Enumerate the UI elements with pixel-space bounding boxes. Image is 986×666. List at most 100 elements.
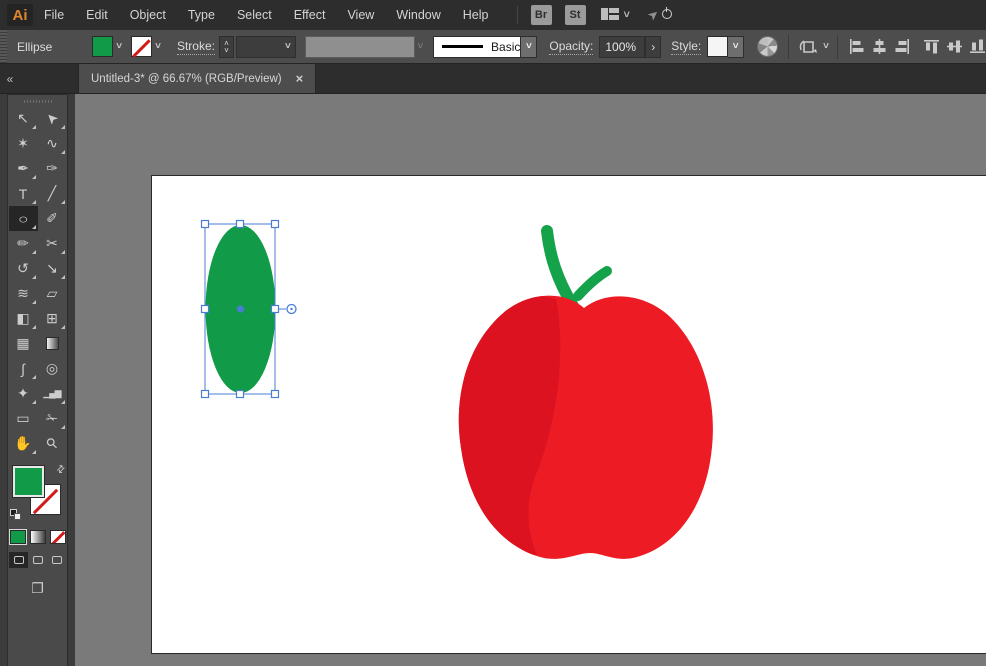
handle-top-center[interactable] — [235, 219, 245, 229]
handle-bottom-center[interactable] — [235, 389, 245, 399]
zoom-tool[interactable]: ⚲ — [38, 431, 67, 456]
handle-middle-left[interactable] — [200, 304, 210, 314]
menu-view[interactable]: View — [336, 0, 385, 30]
variable-width-profile-dropdown[interactable]: Basic — [433, 35, 522, 58]
lasso-tool[interactable]: ∿ — [38, 131, 67, 156]
ellipse-tool[interactable]: ○ — [8, 206, 38, 231]
opacity-input[interactable]: 100% — [599, 35, 646, 58]
menu-select[interactable]: Select — [226, 0, 283, 30]
pie-widget-dot — [290, 307, 293, 311]
style-chevron-icon[interactable]: ˅ — [728, 35, 745, 58]
shape-properties-chevron-icon[interactable]: ˅ — [823, 41, 829, 52]
menu-effect[interactable]: Effect — [283, 0, 337, 30]
stroke-weight-dropdown[interactable]: ˅ — [235, 35, 296, 58]
eyedropper-tool[interactable]: ∫ — [9, 356, 38, 381]
document-tab[interactable]: Untitled-3* @ 66.67% (RGB/Preview) × — [78, 64, 317, 93]
handle-bottom-left[interactable] — [200, 389, 210, 399]
perspective-grid-tool[interactable]: ⊞ — [38, 306, 67, 331]
scissors-tool[interactable]: ✂ — [38, 231, 67, 256]
workspace-chevron-icon[interactable]: ˅ — [624, 9, 630, 21]
hand-tool[interactable]: ✋ — [9, 431, 38, 456]
paintbrush-tool[interactable]: ✐ — [38, 206, 67, 231]
handle-bottom-right[interactable] — [270, 389, 280, 399]
stroke-weight-label[interactable]: Stroke: — [176, 39, 215, 55]
swap-fill-stroke-icon[interactable]: ⇄ — [54, 463, 68, 477]
fill-color-swatch[interactable] — [92, 36, 114, 57]
workspace-switcher-icon[interactable] — [600, 7, 619, 24]
menu-bar: Ai File Edit Object Type Select Effect V… — [0, 0, 986, 30]
recolor-artwork-icon[interactable] — [757, 36, 779, 57]
control-bar-grip[interactable] — [0, 30, 7, 63]
tools-panel-grip[interactable] — [23, 100, 52, 103]
handle-top-left[interactable] — [200, 219, 210, 229]
column-graph-tool[interactable]: ▁▄▆ — [38, 381, 67, 406]
gradient-button[interactable] — [29, 530, 46, 544]
stroke-weight-chevron-icon[interactable]: ˅ — [285, 41, 291, 52]
align-vertical-top-icon[interactable] — [923, 38, 940, 55]
blend-tool[interactable]: ◎ — [38, 356, 67, 381]
draw-inside-button[interactable] — [47, 552, 66, 568]
fill-proxy-swatch[interactable] — [11, 465, 45, 498]
bridge-button[interactable]: Br — [530, 5, 552, 25]
line-segment-tool[interactable]: ╱ — [38, 181, 67, 206]
draw-normal-button[interactable] — [9, 552, 28, 568]
symbol-sprayer-tool[interactable]: ✦ — [9, 381, 38, 406]
opacity-label[interactable]: Opacity: — [549, 39, 594, 55]
canvas-pasteboard[interactable] — [75, 94, 986, 666]
drawing-modes-row — [9, 552, 66, 568]
menu-edit[interactable]: Edit — [75, 0, 119, 30]
opacity-expand-icon[interactable]: › — [645, 35, 662, 58]
curvature-tool[interactable]: ✑ — [38, 156, 67, 181]
style-swatch[interactable] — [707, 36, 729, 57]
center-point-widget[interactable] — [236, 305, 245, 313]
stepper-down-icon[interactable]: ˅ — [224, 46, 229, 54]
stroke-chevron-icon[interactable]: ˅ — [155, 41, 161, 52]
menu-help[interactable]: Help — [452, 0, 500, 30]
shaper-tool[interactable]: ✏ — [9, 231, 38, 256]
selection-tool[interactable]: ↖ — [9, 106, 38, 131]
menu-window[interactable]: Window — [385, 0, 451, 30]
tab-close-icon[interactable]: × — [296, 71, 304, 86]
style-label[interactable]: Style: — [671, 39, 702, 55]
direct-selection-tool[interactable]: ➤ — [38, 106, 67, 131]
slice-tool[interactable]: ✁ — [38, 406, 67, 431]
apple-stem[interactable] — [541, 225, 579, 312]
apple-stem-branch[interactable] — [573, 266, 612, 301]
apple-object[interactable] — [440, 215, 730, 565]
handle-top-right[interactable] — [270, 219, 280, 229]
profile-chevron-icon[interactable]: ˅ — [521, 35, 538, 58]
shape-builder-tool[interactable]: ◧ — [9, 306, 38, 331]
stroke-color-swatch[interactable] — [131, 36, 153, 57]
gpu-performance-icon[interactable]: ➤ — [644, 5, 674, 25]
align-vertical-center-icon[interactable] — [946, 38, 963, 55]
menu-file[interactable]: File — [33, 0, 75, 30]
mesh-tool[interactable]: ▦ — [9, 331, 38, 356]
green-ellipse-object[interactable] — [195, 214, 310, 409]
type-tool[interactable]: T — [9, 181, 38, 206]
collapse-panels-icon[interactable]: « — [0, 64, 20, 93]
artboard-tool[interactable]: ▭ — [9, 406, 38, 431]
none-button[interactable] — [49, 530, 66, 544]
align-vertical-bottom-icon[interactable] — [969, 38, 986, 55]
draw-behind-button[interactable] — [28, 552, 47, 568]
color-button[interactable] — [8, 529, 27, 545]
width-tool[interactable]: ≋ — [9, 281, 38, 306]
free-transform-tool[interactable]: ▱ — [38, 281, 67, 306]
menu-type[interactable]: Type — [177, 0, 226, 30]
rotate-tool[interactable]: ↺ — [9, 256, 38, 281]
stock-button[interactable]: St — [564, 5, 586, 25]
default-fill-stroke-icon[interactable] — [9, 509, 21, 520]
gradient-tool[interactable] — [38, 331, 67, 356]
scale-tool[interactable]: ↘ — [38, 256, 67, 281]
fill-chevron-icon[interactable]: ˅ — [116, 41, 122, 52]
magic-wand-tool[interactable]: ✶ — [9, 131, 38, 156]
change-screen-mode-icon[interactable]: ❐ — [31, 580, 44, 597]
handle-middle-right[interactable] — [270, 304, 280, 314]
pen-tool[interactable]: ✒ — [9, 156, 38, 181]
align-horizontal-left-icon[interactable] — [848, 38, 865, 55]
align-horizontal-center-icon[interactable] — [871, 38, 888, 55]
shape-properties-icon[interactable] — [798, 38, 820, 56]
menu-object[interactable]: Object — [119, 0, 177, 30]
stroke-weight-stepper[interactable]: ˄ ˅ — [218, 35, 234, 58]
align-horizontal-right-icon[interactable] — [894, 38, 911, 55]
